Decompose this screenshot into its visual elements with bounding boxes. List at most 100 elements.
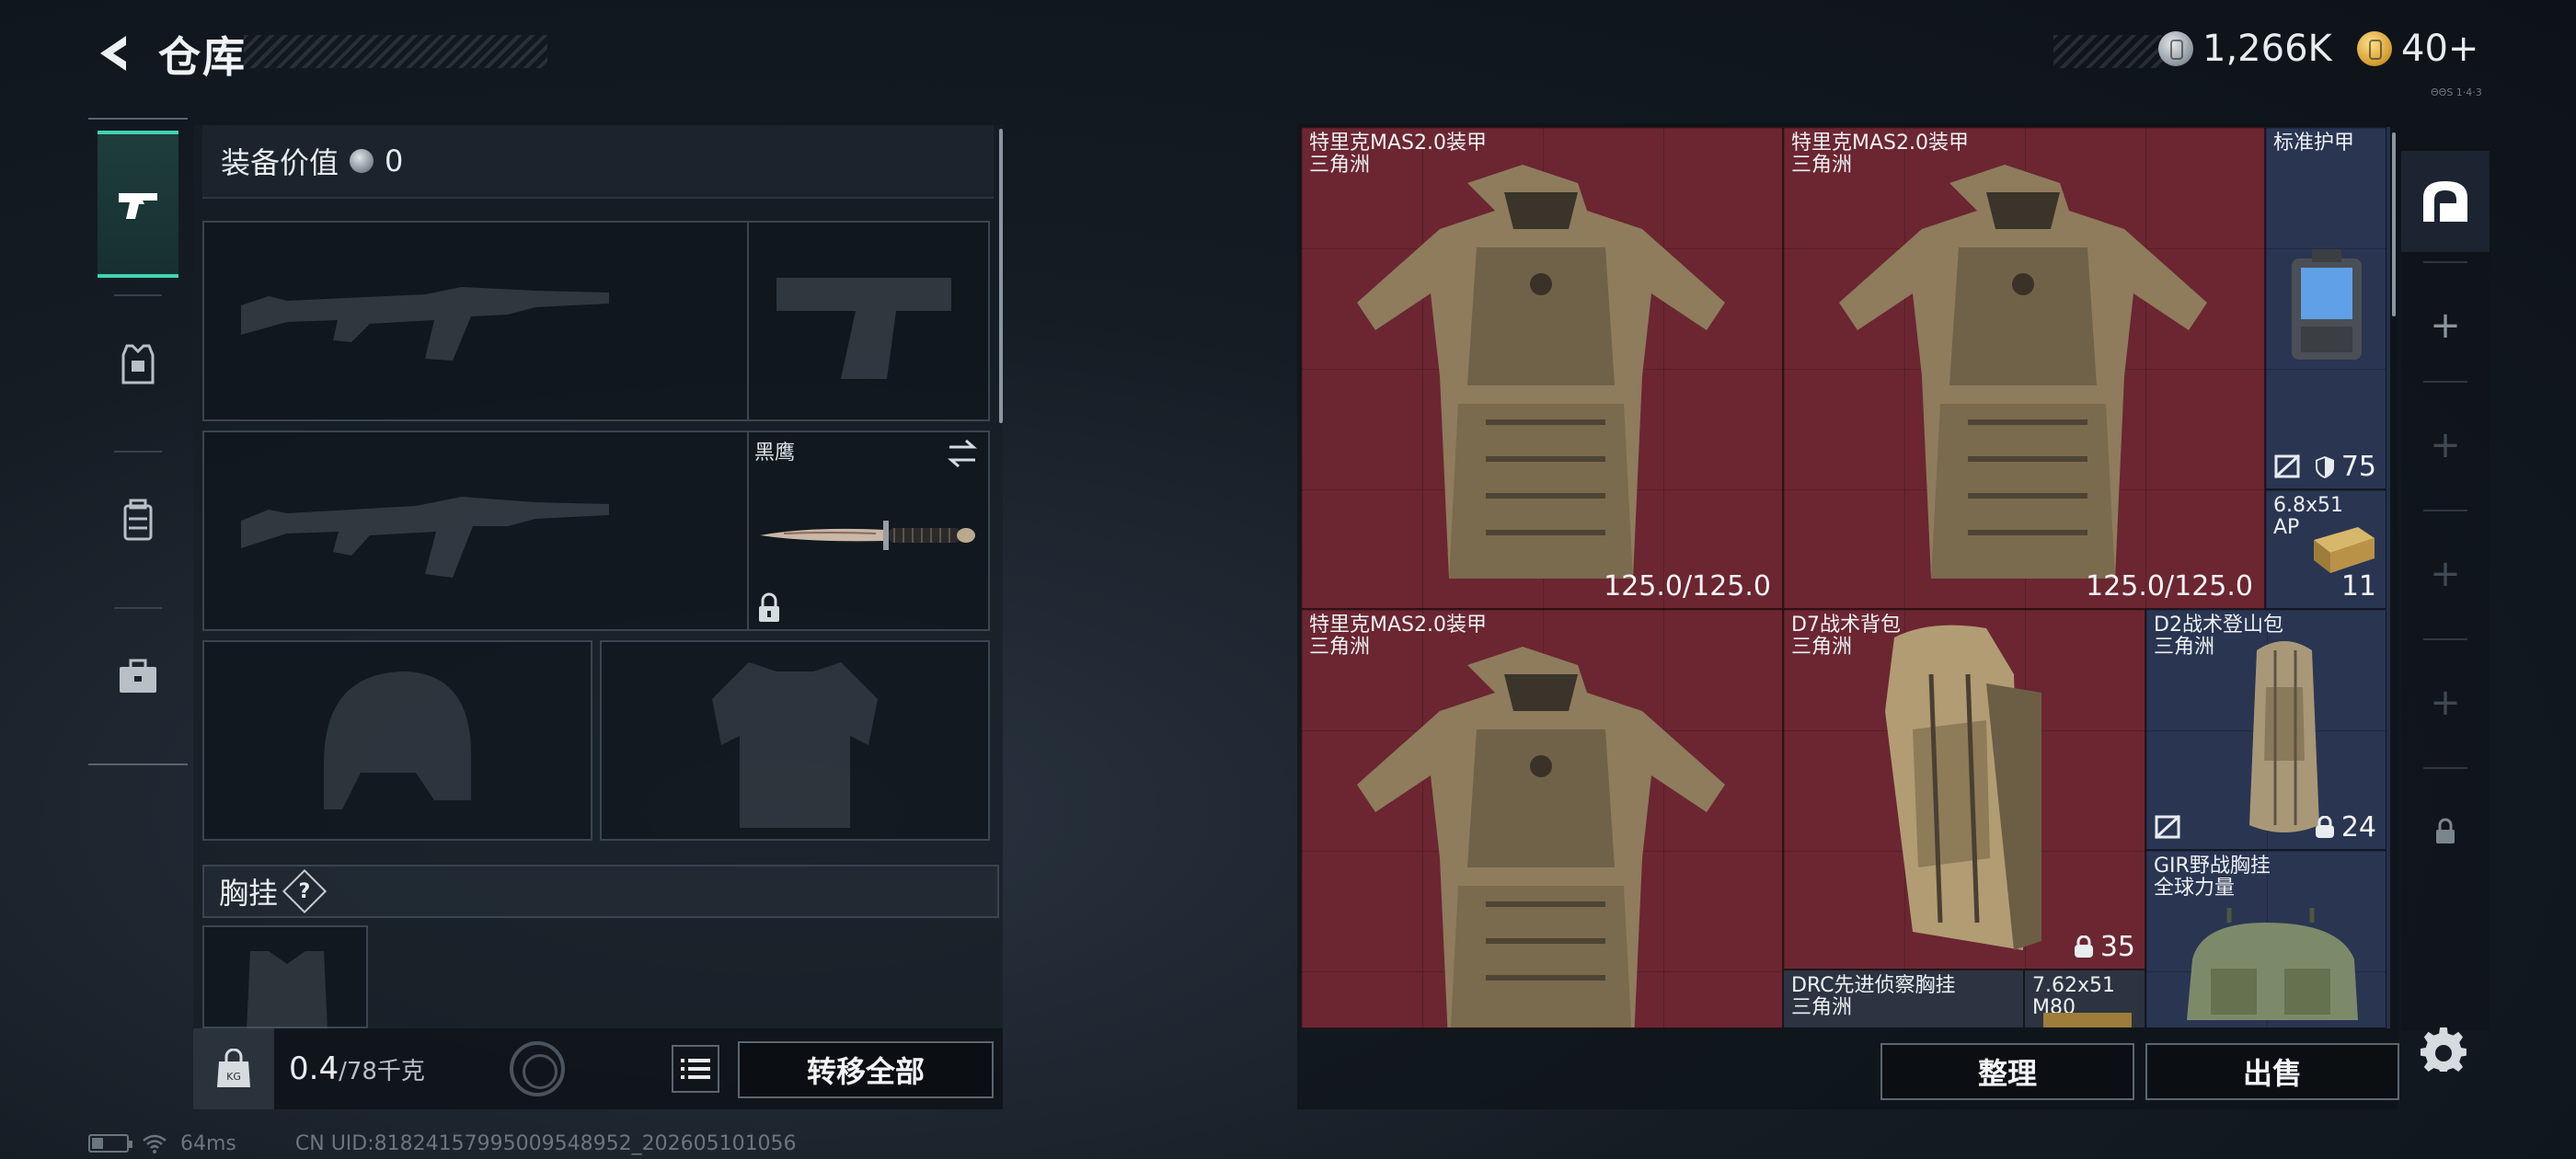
stash-page-add[interactable]: + xyxy=(2401,519,2490,629)
transfer-all-button[interactable]: 转移全部 xyxy=(738,1041,994,1098)
stash-actions: 整理 出售 xyxy=(1297,1030,2399,1109)
tab-weapons[interactable] xyxy=(98,131,178,278)
list-view-button[interactable] xyxy=(672,1045,719,1093)
stash-item-ammo-68[interactable]: 6.8x51 AP 11 xyxy=(2265,489,2386,609)
item-durability: 125.0/125.0 xyxy=(1604,570,1771,602)
climbing-pack-image xyxy=(2249,641,2319,832)
settings-button[interactable] xyxy=(2416,1023,2471,1078)
stash-page-locked[interactable] xyxy=(2401,776,2490,887)
equipment-value-amount: 0 xyxy=(385,143,404,178)
stash-pages: + + + + xyxy=(2401,123,2490,1030)
item-count-value: 75 xyxy=(2340,451,2376,483)
page-title: 仓库 xyxy=(158,32,247,82)
rifle-silhouette-icon xyxy=(241,497,609,578)
help-button[interactable]: ? xyxy=(282,868,328,914)
ammo-box-image xyxy=(2043,1013,2132,1027)
item-name: GIR野战胸挂 xyxy=(2154,855,2271,878)
armor-silhouette-icon xyxy=(712,662,878,828)
stash-item-drc-rig[interactable]: DRC先进侦察胸挂 三角洲 xyxy=(1783,970,2024,1028)
page-separator xyxy=(2423,767,2467,769)
chest-rig-image xyxy=(2187,908,2358,1020)
gold-coin-icon xyxy=(2357,31,2392,66)
currency-silver[interactable]: 1,266K xyxy=(2158,28,2332,70)
page-separator xyxy=(2423,381,2467,383)
item-sub: AP xyxy=(2273,516,2300,539)
sidearm-slot[interactable] xyxy=(747,221,990,421)
item-count: 75 xyxy=(2314,451,2376,483)
back-arrow-icon xyxy=(100,36,126,71)
back-button[interactable] xyxy=(85,26,140,81)
currency-silver-value: 1,266K xyxy=(2202,28,2332,70)
stash-item-armor-1[interactable]: 特里克MAS2.0装甲 三角洲 125.0/125.0 xyxy=(1301,127,1783,609)
melee-name: 黑鹰 xyxy=(754,442,796,465)
stash-item-gir-rig[interactable]: GIR野战胸挂 全球力量 xyxy=(2145,850,2386,1028)
shield-icon xyxy=(2315,455,2334,478)
sort-button[interactable]: 整理 xyxy=(1880,1043,2134,1100)
primary-weapon-slot[interactable] xyxy=(202,221,749,421)
weight-bar: KG 0.4/78千克 转移全部 xyxy=(193,1028,1003,1109)
equipment-value-label: 装备价值 xyxy=(221,145,339,180)
status-footer: 64ms CN UID:81824157995009548952_2026051… xyxy=(88,1130,797,1157)
equipment-panel: 装备价值 0 黑鹰 胸挂 ? xyxy=(193,125,1003,1030)
item-sub: 三角洲 xyxy=(1791,636,1853,659)
weight-bag-button[interactable]: KG xyxy=(193,1028,274,1109)
tab-case[interactable] xyxy=(98,603,178,751)
rifle-silhouette-icon xyxy=(241,287,609,361)
secondary-weapon-slot[interactable] xyxy=(202,430,749,631)
stash-item-ammo-762[interactable]: 7.62x51 M80 xyxy=(2024,970,2145,1028)
stash-item-armor-3[interactable]: 特里克MAS2.0装甲 三角洲 xyxy=(1301,609,1783,1028)
stash-item-armor-2[interactable]: 特里克MAS2.0装甲 三角洲 125.0/125.0 xyxy=(1783,127,2265,609)
body-armor-slot[interactable] xyxy=(600,640,990,841)
stash-home-icon xyxy=(2423,181,2467,222)
item-count: 11 xyxy=(2341,570,2376,602)
ping-value: 64ms xyxy=(180,1131,236,1155)
stash-page-add[interactable]: + xyxy=(2401,390,2490,500)
item-name: 7.62x51 xyxy=(2032,974,2115,997)
stash-grid: 特里克MAS2.0装甲 三角洲 125.0/125.0 特里克MAS2.0装甲 … xyxy=(1301,127,2390,1028)
briefcase-icon xyxy=(120,659,156,693)
weight-icon: KG xyxy=(217,1049,250,1087)
item-count: 35 xyxy=(2073,931,2135,963)
helmet-slot[interactable] xyxy=(202,640,592,841)
pistol-icon xyxy=(119,193,157,219)
stash-page-add[interactable]: + xyxy=(2401,648,2490,758)
svg-text:KG: KG xyxy=(226,1071,241,1083)
weight-max: /78千克 xyxy=(339,1058,425,1085)
equipment-value: 装备价值 0 xyxy=(202,125,994,199)
armor-image xyxy=(1357,647,1725,1027)
currency-decoration xyxy=(2053,35,2164,68)
battery-icon xyxy=(88,1134,132,1153)
player-uid: CN UID:81824157995009548952_202605101056 xyxy=(294,1131,797,1155)
item-name: DRC先进侦察胸挂 xyxy=(1791,974,1956,997)
item-sub: 三角洲 xyxy=(1791,996,1853,1019)
page-separator xyxy=(2423,261,2467,263)
melee-slot[interactable]: 黑鹰 xyxy=(747,430,990,631)
item-sub: 三角洲 xyxy=(2154,636,2215,659)
item-count: 24 xyxy=(2314,811,2376,843)
currency-gold[interactable]: 40+ xyxy=(2357,28,2478,70)
no-insurance-icon xyxy=(2154,814,2181,840)
chest-rig-icon xyxy=(123,499,153,541)
tab-chest-rig[interactable] xyxy=(98,447,178,594)
item-count-value: 11 xyxy=(2340,570,2376,602)
weight-readout: 0.4/78千克 xyxy=(289,1050,425,1087)
scrollbar[interactable] xyxy=(999,129,1003,423)
stash-scrollbar[interactable] xyxy=(2392,132,2396,316)
silver-coin-icon xyxy=(2158,31,2193,66)
stash-item-d7-backpack[interactable]: D7战术背包 三角洲 35 xyxy=(1783,609,2145,970)
version-note: ΘΘS 1·4·3 xyxy=(2431,86,2482,98)
stash-page-add[interactable]: + xyxy=(2401,270,2490,381)
page-separator xyxy=(2423,638,2467,640)
chest-rig-slot[interactable] xyxy=(202,925,368,1030)
help-icon: ? xyxy=(298,879,311,903)
stash-item-standard-armor[interactable]: 标准护甲 75 xyxy=(2265,127,2386,489)
no-insurance-icon xyxy=(2273,453,2301,479)
item-count-value: 35 xyxy=(2099,931,2135,963)
stash-page-main[interactable] xyxy=(2401,151,2490,252)
swap-icon[interactable] xyxy=(944,438,981,469)
weight-current: 0.4 xyxy=(289,1050,339,1087)
stash-item-d2-pack[interactable]: D2战术登山包 三角洲 24 xyxy=(2145,609,2386,850)
gear-icon xyxy=(2420,1027,2467,1072)
tab-armor[interactable] xyxy=(98,291,178,438)
sell-button[interactable]: 出售 xyxy=(2145,1043,2399,1100)
